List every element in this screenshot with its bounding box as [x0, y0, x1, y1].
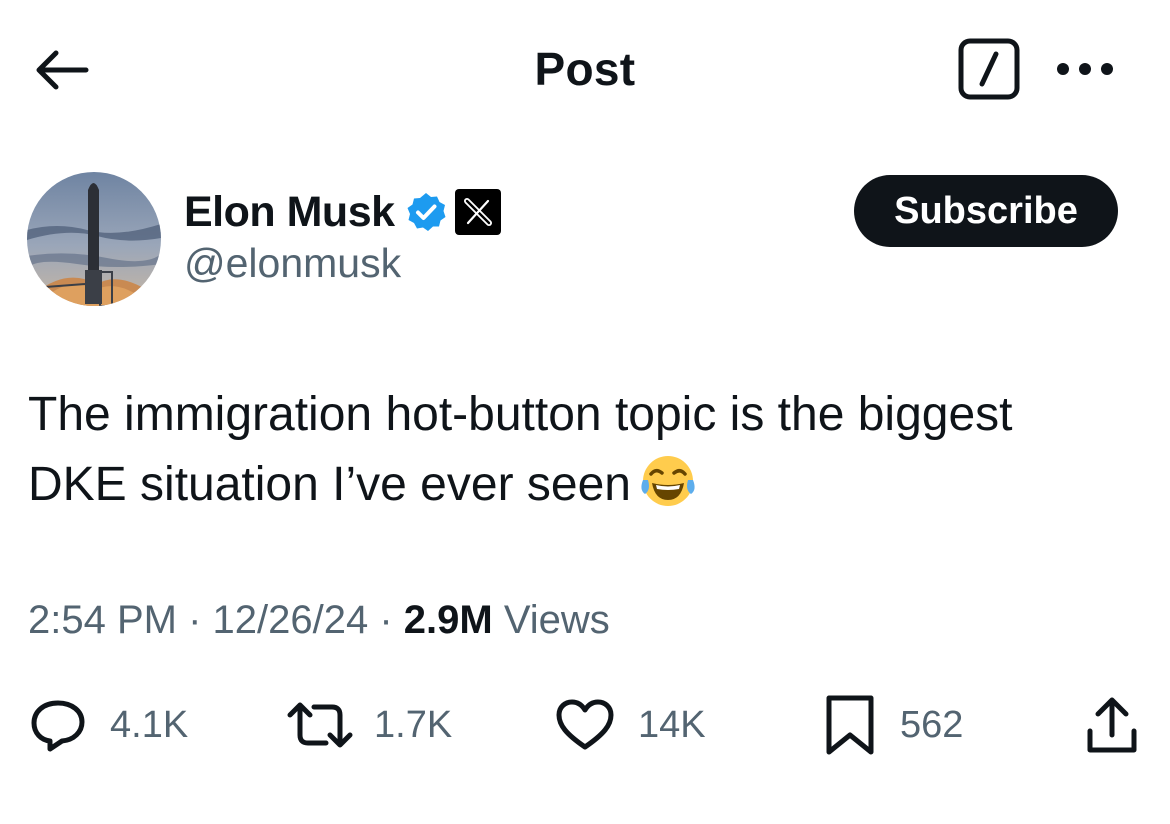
author-name[interactable]: Elon Musk	[184, 188, 395, 237]
tears-of-joy-emoji-icon	[641, 456, 695, 506]
post-date[interactable]: 12/26/24	[213, 598, 369, 642]
views-label: Views	[492, 598, 610, 642]
bookmark-button[interactable]: 562	[822, 690, 963, 760]
repost-count: 1.7K	[374, 703, 453, 746]
like-button[interactable]: 14K	[554, 690, 706, 760]
x-logo-icon	[463, 198, 492, 226]
post-text-line-with-emoji: DKE situation I’ve ever seen	[28, 450, 1148, 520]
grok-button[interactable]	[958, 38, 1020, 100]
subscribe-button[interactable]: Subscribe	[854, 175, 1118, 247]
share-icon	[1087, 697, 1137, 753]
more-options-button[interactable]	[1052, 52, 1118, 86]
post-meta: 2:54 PM · 12/26/24 · 2.9M Views	[28, 598, 610, 643]
views-count[interactable]: 2.9M	[404, 598, 493, 642]
meta-separator: ·	[176, 598, 213, 642]
affiliation-badge[interactable]	[454, 189, 501, 235]
post-text-line: The immigration hot-button topic is the …	[28, 388, 1013, 441]
post-text-line: DKE situation I’ve ever seen	[28, 458, 631, 511]
post-text: The immigration hot-button topic is the …	[28, 380, 1148, 520]
post-page: Post Elon Musk @elonmusk Subscribe The i…	[0, 0, 1170, 824]
meta-separator: ·	[368, 598, 404, 642]
avatar[interactable]	[27, 172, 161, 306]
top-bar: Post	[0, 0, 1170, 140]
author-name-row: Elon Musk	[184, 186, 501, 238]
reply-icon	[31, 700, 85, 752]
bookmark-icon	[826, 695, 874, 755]
share-button[interactable]	[1082, 690, 1142, 760]
reply-count: 4.1K	[110, 703, 189, 746]
verified-badge-icon[interactable]	[405, 191, 447, 233]
like-count: 14K	[638, 703, 706, 746]
repost-icon	[287, 702, 353, 748]
like-icon	[556, 699, 614, 750]
rocket-launch-image	[27, 172, 161, 306]
more-icon	[1057, 63, 1113, 75]
action-bar: 4.1K 1.7K 14K 562	[0, 690, 1170, 760]
author-handle[interactable]: @elonmusk	[184, 240, 401, 287]
post-time[interactable]: 2:54 PM	[28, 598, 177, 642]
repost-button[interactable]: 1.7K	[286, 690, 452, 760]
reply-button[interactable]: 4.1K	[28, 690, 188, 760]
bookmark-count: 562	[900, 703, 964, 746]
grok-icon	[958, 38, 1020, 100]
